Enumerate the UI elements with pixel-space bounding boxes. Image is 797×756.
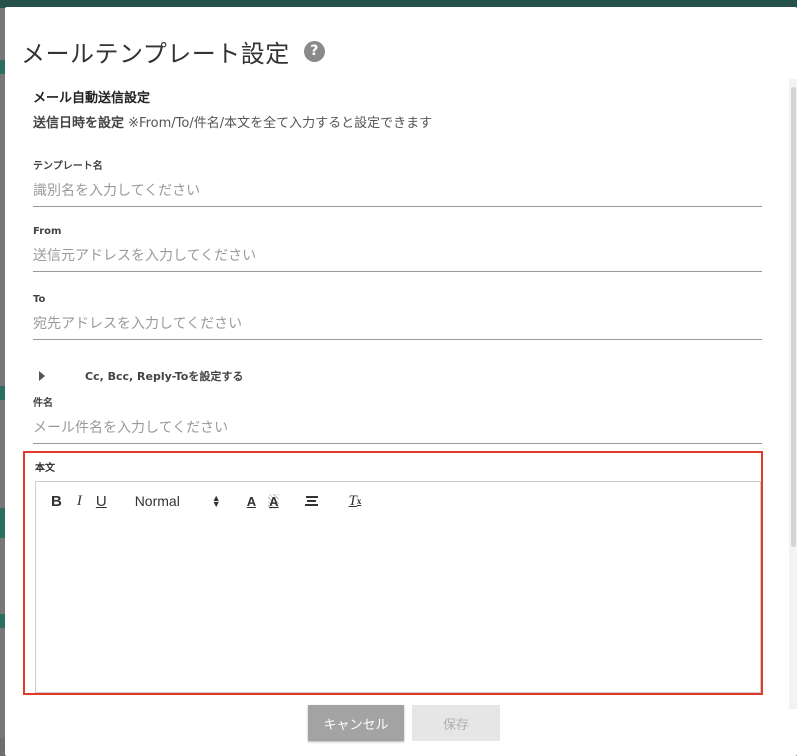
template-name-label: テンプレート名 bbox=[33, 161, 103, 172]
template-name-field: テンプレート名 bbox=[33, 157, 762, 207]
help-icon[interactable]: ? bbox=[303, 40, 325, 62]
clear-format-glyph: T bbox=[348, 492, 357, 509]
from-field: From bbox=[33, 226, 762, 272]
italic-button[interactable]: I bbox=[77, 493, 82, 510]
from-input[interactable] bbox=[33, 242, 762, 272]
clear-format-button[interactable]: Tx bbox=[348, 493, 361, 510]
schedule-line: 送信日時を設定 ※From/To/件名/本文を全て入力すると設定できます bbox=[33, 112, 432, 131]
cc-bcc-toggle[interactable]: Cc, Bcc, Reply-Toを設定する bbox=[39, 368, 243, 384]
to-input[interactable] bbox=[33, 310, 762, 340]
editor-toolbar: B I U Normal ▲ ▼ A A Tx bbox=[35, 481, 761, 521]
cc-bcc-label[interactable]: Cc, Bcc, Reply-Toを設定する bbox=[85, 368, 243, 384]
schedule-link[interactable]: 送信日時を設定 bbox=[33, 116, 124, 131]
scrollbar-thumb[interactable] bbox=[791, 87, 796, 547]
align-line bbox=[305, 504, 319, 506]
body-label: 本文 bbox=[35, 463, 55, 474]
background-color-button[interactable]: A bbox=[268, 493, 280, 509]
save-button[interactable]: 保存 bbox=[412, 705, 500, 741]
header-select[interactable]: Normal ▲ ▼ bbox=[135, 493, 221, 509]
template-name-input[interactable] bbox=[33, 177, 762, 207]
auto-send-section-title: メール自動送信設定 bbox=[33, 91, 151, 106]
dialog-title: メールテンプレート設定 bbox=[21, 39, 290, 68]
from-label: From bbox=[33, 226, 62, 237]
dialog-header: メールテンプレート設定 ? bbox=[21, 31, 325, 71]
schedule-note: ※From/To/件名/本文を全て入力すると設定できます bbox=[124, 116, 433, 131]
mail-template-dialog: メールテンプレート設定 ? メール自動送信設定 送信日時を設定 ※From/To… bbox=[5, 7, 797, 756]
cancel-button[interactable]: キャンセル bbox=[308, 705, 404, 741]
subject-field: 件名 bbox=[33, 394, 762, 444]
underline-button[interactable]: U bbox=[96, 493, 107, 510]
align-button[interactable] bbox=[305, 496, 319, 506]
align-line bbox=[307, 500, 317, 502]
header-select-value: Normal bbox=[134, 493, 180, 509]
align-line bbox=[305, 496, 318, 498]
select-arrows-icon: ▲ ▼ bbox=[211, 493, 221, 509]
to-field: To bbox=[33, 294, 762, 340]
subject-label: 件名 bbox=[33, 398, 53, 409]
clear-format-sub: x bbox=[356, 496, 362, 506]
subject-input[interactable] bbox=[33, 414, 762, 444]
bold-button[interactable]: B bbox=[51, 493, 62, 510]
to-label: To bbox=[33, 294, 46, 305]
caret-right-icon[interactable] bbox=[39, 371, 45, 381]
dialog-footer: キャンセル 保存 bbox=[308, 705, 500, 741]
body-editor[interactable] bbox=[35, 520, 761, 693]
body-section: 本文 B I U Normal ▲ ▼ A A Tx bbox=[23, 451, 763, 695]
text-color-button[interactable]: A bbox=[247, 494, 256, 509]
